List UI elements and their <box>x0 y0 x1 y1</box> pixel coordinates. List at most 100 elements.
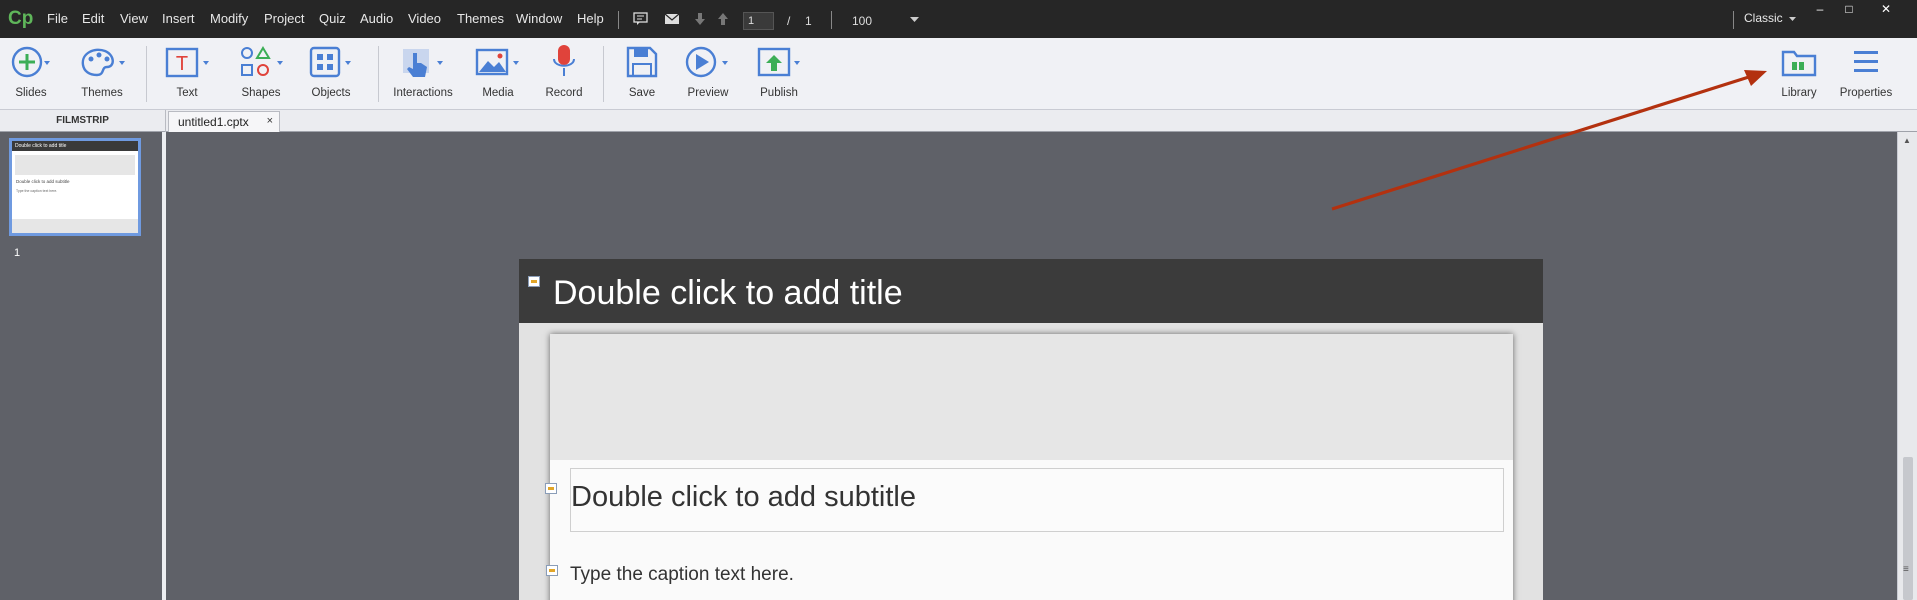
floppy-disk-icon <box>625 44 659 80</box>
slide-separator: / <box>787 14 791 28</box>
arrow-up-icon[interactable] <box>717 12 729 26</box>
zoom-level[interactable]: 100 <box>852 14 872 28</box>
menu-file[interactable]: File <box>47 11 68 26</box>
preview-button[interactable]: Preview <box>673 44 743 106</box>
tab-label: untitled1.cptx <box>178 115 249 129</box>
svg-text:T: T <box>176 53 188 75</box>
themes-button[interactable]: Themes <box>67 44 137 106</box>
text-icon: T <box>163 44 211 80</box>
image-icon <box>473 44 523 80</box>
toolbar-separator <box>378 46 379 102</box>
save-button[interactable]: Save <box>607 44 677 106</box>
mail-icon[interactable] <box>664 12 680 26</box>
workspace-selector[interactable]: Classic <box>1744 11 1783 25</box>
shapes-label: Shapes <box>241 87 281 99</box>
comment-icon[interactable] <box>633 12 649 26</box>
slide-number: 1 <box>14 247 21 259</box>
grip-icon[interactable]: ≡ <box>1903 564 1909 575</box>
slide-thumbnail[interactable]: Double click to add title Double click t… <box>9 138 141 236</box>
total-slides: 1 <box>805 14 812 28</box>
properties-button[interactable]: Properties <box>1831 44 1901 106</box>
caption-marker-icon <box>546 565 558 576</box>
slide-title-bar: Double click to add title <box>519 259 1543 323</box>
menu-window[interactable]: Window <box>516 11 562 26</box>
menu-insert[interactable]: Insert <box>162 11 195 26</box>
scrollbar-thumb[interactable] <box>1903 457 1913 600</box>
menu-help[interactable]: Help <box>577 11 604 26</box>
library-label: Library <box>1781 87 1817 99</box>
hamburger-icon <box>1851 44 1881 80</box>
scroll-up-icon[interactable]: ▲ <box>1903 136 1911 145</box>
library-button[interactable]: Library <box>1764 44 1834 106</box>
interactions-button[interactable]: Interactions <box>388 44 458 106</box>
toolbar: Slides Themes T Text Shapes Objects Inte… <box>0 38 1917 110</box>
filmstrip-panel: Double click to add title Double click t… <box>0 132 162 600</box>
shapes-button[interactable]: Shapes <box>226 44 296 106</box>
record-label: Record <box>545 87 583 99</box>
menu-modify[interactable]: Modify <box>210 11 248 26</box>
library-folder-icon <box>1780 44 1818 80</box>
slides-label: Slides <box>15 87 47 99</box>
text-label: Text <box>176 87 198 99</box>
media-button[interactable]: Media <box>463 44 533 106</box>
zoom-dropdown-icon[interactable] <box>910 17 919 23</box>
shapes-icon <box>237 44 285 80</box>
save-label: Save <box>628 87 656 99</box>
hand-pointer-icon <box>397 44 449 80</box>
menu-separator <box>831 11 832 29</box>
publish-icon <box>755 44 803 80</box>
thumb-title: Double click to add title <box>12 141 138 151</box>
tab-bar: FILMSTRIP untitled1.cptx × <box>0 110 1917 132</box>
menu-audio[interactable]: Audio <box>360 11 393 26</box>
slide-subtitle[interactable]: Double click to add subtitle <box>571 481 916 514</box>
themes-label: Themes <box>81 87 123 99</box>
slide[interactable]: Double click to add title Double click t… <box>519 259 1543 600</box>
app-logo: Cp <box>8 8 34 29</box>
slide-caption[interactable]: Type the caption text here. <box>570 564 794 586</box>
close-button[interactable]: ✕ <box>1871 2 1901 20</box>
slides-button[interactable]: Slides <box>0 44 66 106</box>
menu-bar: Cp File Edit View Insert Modify Project … <box>0 0 1917 38</box>
media-label: Media <box>482 87 514 99</box>
subtitle-marker-icon <box>545 483 557 494</box>
arrow-down-icon[interactable] <box>694 12 706 26</box>
menu-view[interactable]: View <box>120 11 148 26</box>
minimize-button[interactable]: – <box>1805 2 1835 20</box>
record-button[interactable]: Record <box>529 44 599 106</box>
menu-quiz[interactable]: Quiz <box>319 11 346 26</box>
menu-edit[interactable]: Edit <box>82 11 104 26</box>
menu-project[interactable]: Project <box>264 11 304 26</box>
menu-themes[interactable]: Themes <box>457 11 504 26</box>
interactions-label: Interactions <box>393 87 453 99</box>
slide-title[interactable]: Double click to add title <box>553 274 903 313</box>
publish-label: Publish <box>760 87 798 99</box>
title-marker-icon <box>528 276 540 287</box>
microphone-icon <box>549 44 579 80</box>
menu-video[interactable]: Video <box>408 11 441 26</box>
vertical-scrollbar[interactable]: ▲ ≡ <box>1897 132 1917 600</box>
menu-separator <box>618 11 619 29</box>
thumb-subtitle: Double click to add subtitle <box>16 179 70 184</box>
play-icon <box>684 44 732 80</box>
palette-icon <box>77 44 127 80</box>
objects-label: Objects <box>311 87 351 99</box>
close-tab-icon[interactable]: × <box>267 115 273 127</box>
publish-button[interactable]: Publish <box>744 44 814 106</box>
properties-label: Properties <box>1839 87 1893 99</box>
thumb-caption: Type the caption text here. <box>16 189 58 193</box>
current-slide-input[interactable]: 1 <box>743 12 774 30</box>
thumb-band <box>15 155 135 175</box>
objects-button[interactable]: Objects <box>296 44 366 106</box>
text-button[interactable]: T Text <box>152 44 222 106</box>
chevron-down-icon[interactable] <box>1789 17 1796 22</box>
subtitle-placeholder[interactable]: Double click to add subtitle <box>570 468 1504 532</box>
tab-untitled1[interactable]: untitled1.cptx × <box>168 111 280 132</box>
filmstrip-header: FILMSTRIP <box>0 110 166 132</box>
slide-content-area: Double click to add subtitle Type the ca… <box>550 334 1513 600</box>
add-slide-icon <box>10 44 52 80</box>
menu-separator <box>1733 11 1734 29</box>
maximize-button[interactable]: □ <box>1834 2 1864 20</box>
thumb-footer <box>12 219 138 233</box>
toolbar-separator <box>146 46 147 102</box>
slide-content-band <box>550 334 1513 460</box>
